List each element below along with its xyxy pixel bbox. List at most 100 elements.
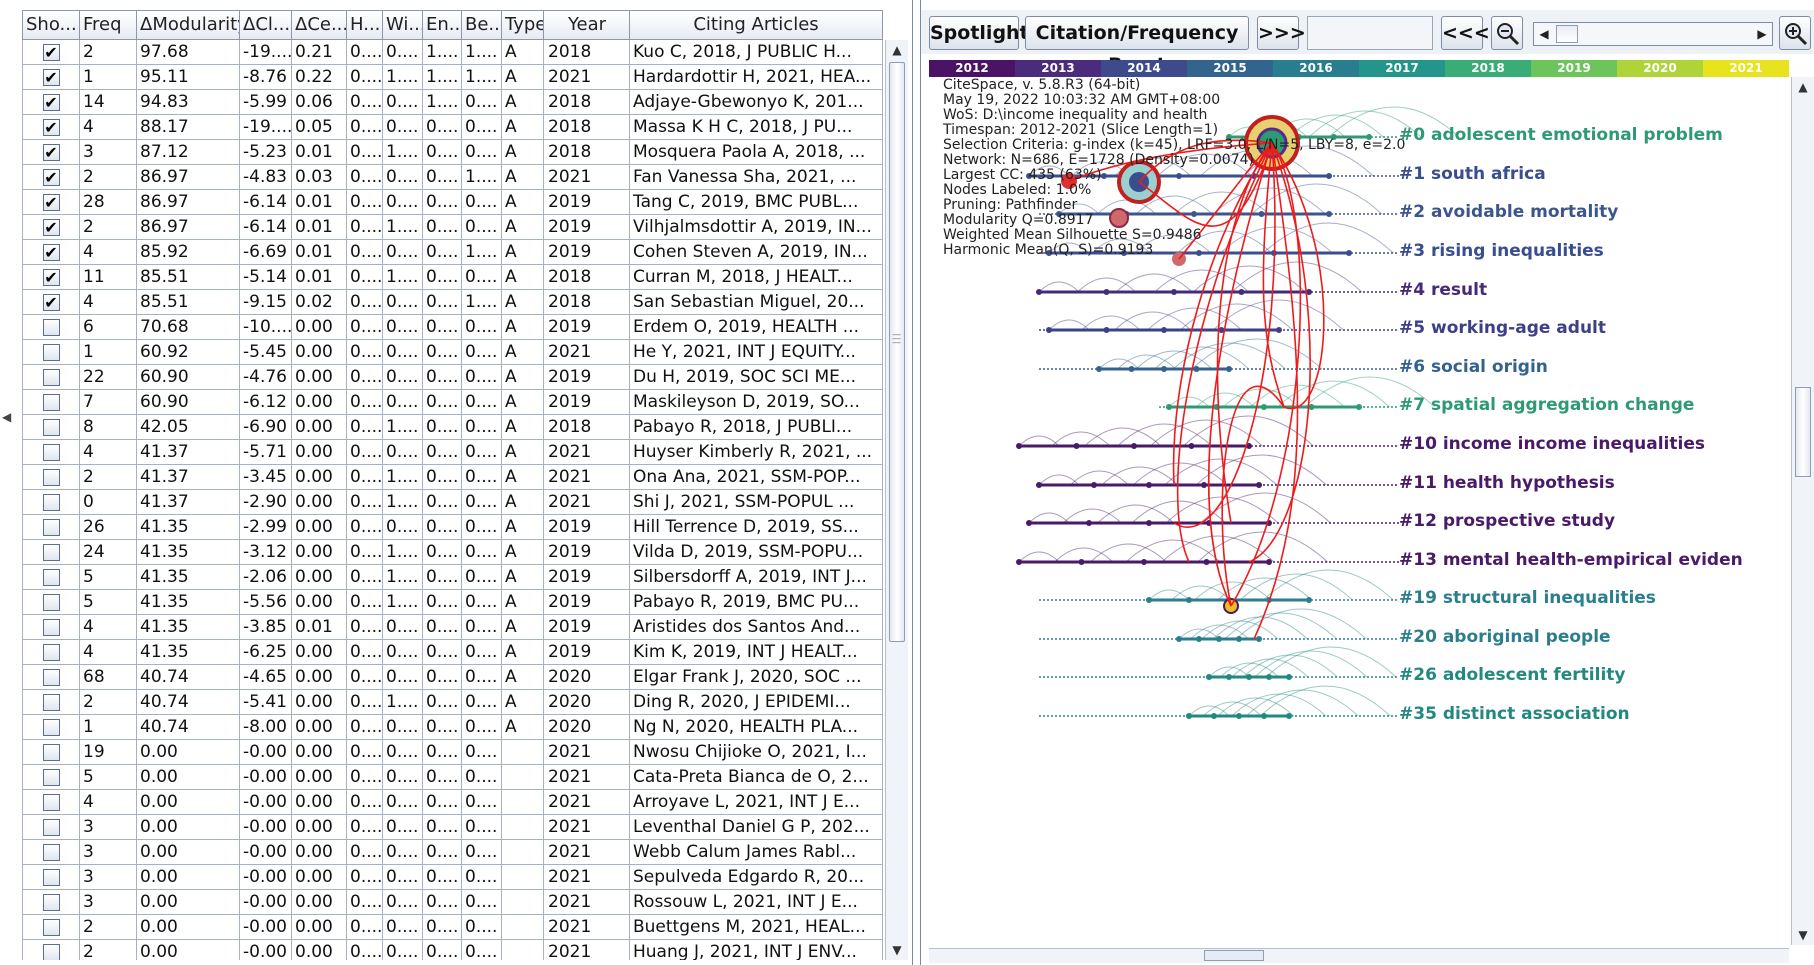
show-checkbox[interactable]	[42, 543, 60, 561]
table-row[interactable]: ✔ 28 86.97 -6.14 0.01 0.... 0.... 0.... 0.... A 20…	[22, 190, 883, 215]
show-checkbox[interactable]	[42, 468, 60, 486]
show-checkbox[interactable]	[42, 418, 60, 436]
table-row[interactable]: 19 0.00 -0.00 0.00 0.... 0.... 0.... 0.... 2021 N…	[22, 740, 883, 765]
citation-burst-button[interactable]: Citation/Frequency Burst	[1025, 16, 1249, 76]
cluster-label[interactable]: #35 distinct association	[1399, 704, 1630, 724]
table-row[interactable]: 2 0.00 -0.00 0.00 0.... 0.... 0.... 0.... 2021 Hu…	[22, 940, 883, 960]
show-checkbox[interactable]	[42, 318, 60, 336]
table-row[interactable]: 3 0.00 -0.00 0.00 0.... 0.... 0.... 0.... 2021 Le…	[22, 815, 883, 840]
canvas-vertical-scrollbar[interactable]: ▲ ▼	[1791, 77, 1814, 945]
show-checkbox[interactable]	[42, 768, 60, 786]
cluster-label[interactable]: #1 south africa	[1399, 164, 1546, 184]
zoom-out-icon[interactable]	[1491, 16, 1523, 50]
table-row[interactable]: ✔ 4 85.51 -9.15 0.02 0.... 0.... 0.... 1.... A 201…	[22, 290, 883, 315]
show-checkbox[interactable]	[42, 493, 60, 511]
col-en-header[interactable]: En...	[423, 10, 462, 40]
cluster-label[interactable]: #11 health hypothesis	[1399, 473, 1615, 493]
scroll-up-arrow-icon[interactable]: ▲	[1792, 77, 1814, 97]
show-checkbox[interactable]: ✔	[42, 43, 60, 61]
show-checkbox[interactable]	[42, 918, 60, 936]
table-row[interactable]: 4 41.35 -6.25 0.00 0.... 0.... 0.... 0.... A 2019…	[22, 640, 883, 665]
show-checkbox[interactable]: ✔	[42, 68, 60, 86]
show-checkbox[interactable]: ✔	[42, 118, 60, 136]
table-row[interactable]: 5 0.00 -0.00 0.00 0.... 0.... 0.... 0.... 2021 Ca…	[22, 765, 883, 790]
table-vertical-scrollbar[interactable]: ▲ — — — ▼	[885, 40, 908, 960]
table-row[interactable]: 4 41.37 -5.71 0.00 0.... 0.... 0.... 0.... A 2021…	[22, 440, 883, 465]
table-row[interactable]: 22 60.90 -4.76 0.00 0.... 0.... 0.... 0.... A 201…	[22, 365, 883, 390]
table-row[interactable]: 5 41.35 -5.56 0.00 0.... 1.... 0.... 0.... A 2019…	[22, 590, 883, 615]
show-checkbox[interactable]: ✔	[42, 218, 60, 236]
canvas-horizontal-scrollbar[interactable]	[929, 948, 1789, 963]
table-row[interactable]: 3 0.00 -0.00 0.00 0.... 0.... 0.... 0.... 2021 Se…	[22, 865, 883, 890]
table-row[interactable]: ✔ 1 95.11 -8.76 0.22 0.... 1.... 1.... 1.... A 202…	[22, 65, 883, 90]
cluster-label[interactable]: #13 mental health-empirical eviden	[1399, 550, 1743, 570]
cluster-timeline-canvas[interactable]: CiteSpace, v. 5.8.R3 (64-bit) May 19, 202…	[929, 77, 1789, 945]
back-button[interactable]: <<<	[1441, 16, 1490, 50]
show-checkbox[interactable]: ✔	[42, 268, 60, 286]
table-row[interactable]: ✔ 4 85.92 -6.69 0.01 0.... 0.... 0.... 1.... A 201…	[22, 240, 883, 265]
col-show-header[interactable]: Sho...	[22, 10, 80, 40]
col-delta-modularity-header[interactable]: ΔModularity	[137, 10, 240, 40]
cluster-label[interactable]: #10 income income inequalities	[1399, 434, 1705, 454]
table-row[interactable]: 1 60.92 -5.45 0.00 0.... 0.... 0.... 0.... A 2021…	[22, 340, 883, 365]
table-row[interactable]: 5 41.35 -2.06 0.00 0.... 1.... 0.... 0.... A 2019…	[22, 565, 883, 590]
show-checkbox[interactable]: ✔	[42, 143, 60, 161]
cluster-label[interactable]: #26 adolescent fertility	[1399, 665, 1626, 685]
show-checkbox[interactable]	[42, 618, 60, 636]
canvas-scroll-thumb[interactable]	[1795, 387, 1811, 477]
cluster-label[interactable]: #0 adolescent emotional problem	[1399, 125, 1723, 145]
show-checkbox[interactable]	[42, 943, 60, 960]
show-checkbox[interactable]	[42, 393, 60, 411]
cluster-label[interactable]: #4 result	[1399, 280, 1487, 300]
show-checkbox[interactable]	[42, 368, 60, 386]
search-input[interactable]	[1307, 16, 1433, 50]
show-checkbox[interactable]	[42, 343, 60, 361]
cluster-label[interactable]: #12 prospective study	[1399, 511, 1615, 531]
table-row[interactable]: 3 0.00 -0.00 0.00 0.... 0.... 0.... 0.... 2021 We…	[22, 840, 883, 865]
table-row[interactable]: 24 41.35 -3.12 0.00 0.... 1.... 0.... 0.... A 201…	[22, 540, 883, 565]
table-row[interactable]: 1 40.74 -8.00 0.00 0.... 0.... 0.... 0.... A 2020…	[22, 715, 883, 740]
show-checkbox[interactable]	[42, 718, 60, 736]
show-checkbox[interactable]: ✔	[42, 193, 60, 211]
col-year-header[interactable]: Year	[544, 10, 630, 40]
show-checkbox[interactable]	[42, 593, 60, 611]
show-checkbox[interactable]	[42, 893, 60, 911]
table-row[interactable]: ✔ 2 97.68 -19.... 0.21 0.... 0.... 1.... 1.... A 2…	[22, 40, 883, 65]
table-row[interactable]: ✔ 4 88.17 -19.... 0.05 0.... 0.... 0.... 0.... A 2…	[22, 115, 883, 140]
table-row[interactable]: 2 40.74 -5.41 0.00 0.... 1.... 0.... 0.... A 2020…	[22, 690, 883, 715]
table-row[interactable]: 26 41.35 -2.99 0.00 0.... 0.... 0.... 0.... A 201…	[22, 515, 883, 540]
zoom-slider[interactable]: ◀ ▶	[1533, 22, 1773, 46]
show-checkbox[interactable]	[42, 568, 60, 586]
show-checkbox[interactable]: ✔	[42, 243, 60, 261]
table-row[interactable]: 2 0.00 -0.00 0.00 0.... 0.... 0.... 0.... 2021 Bu…	[22, 915, 883, 940]
zoom-in-icon[interactable]	[1779, 16, 1811, 50]
table-row[interactable]: ✔ 2 86.97 -6.14 0.01 0.... 1.... 0.... 0.... A 201…	[22, 215, 883, 240]
col-type-header[interactable]: Type	[502, 10, 544, 40]
col-delta-centrality-header[interactable]: ΔCe...	[292, 10, 347, 40]
col-be-header[interactable]: Be...	[462, 10, 502, 40]
slider-right-arrow-icon[interactable]: ▶	[1752, 23, 1772, 45]
spotlight-button[interactable]: Spotlight	[929, 16, 1029, 50]
table-row[interactable]: 8 42.05 -6.90 0.00 0.... 1.... 0.... 0.... A 2018…	[22, 415, 883, 440]
table-row[interactable]: ✔ 3 87.12 -5.23 0.01 0.... 1.... 0.... 0.... A 201…	[22, 140, 883, 165]
table-row[interactable]: 4 0.00 -0.00 0.00 0.... 0.... 0.... 0.... 2021 Ar…	[22, 790, 883, 815]
cluster-label[interactable]: #6 social origin	[1399, 357, 1548, 377]
show-checkbox[interactable]	[42, 643, 60, 661]
table-row[interactable]: ✔ 2 86.97 -4.83 0.03 0.... 0.... 0.... 1.... A 202…	[22, 165, 883, 190]
slider-left-arrow-icon[interactable]: ◀	[1534, 23, 1554, 45]
show-checkbox[interactable]	[42, 693, 60, 711]
show-checkbox[interactable]	[42, 843, 60, 861]
cluster-label[interactable]: #5 working-age adult	[1399, 318, 1606, 338]
cluster-label[interactable]: #7 spatial aggregation change	[1399, 395, 1694, 415]
col-h-header[interactable]: H...	[347, 10, 383, 40]
collapse-arrow-icon[interactable]: ◀	[2, 410, 11, 424]
cluster-label[interactable]: #20 aboriginal people	[1399, 627, 1611, 647]
col-wi-header[interactable]: Wi...	[383, 10, 423, 40]
table-row[interactable]: ✔ 11 85.51 -5.14 0.01 0.... 1.... 0.... 0.... A 20…	[22, 265, 883, 290]
table-row[interactable]: 4 41.35 -3.85 0.01 0.... 0.... 0.... 0.... A 2019…	[22, 615, 883, 640]
table-row[interactable]: 7 60.90 -6.12 0.00 0.... 0.... 0.... 0.... A 2019…	[22, 390, 883, 415]
show-checkbox[interactable]	[42, 518, 60, 536]
show-checkbox[interactable]: ✔	[42, 168, 60, 186]
show-checkbox[interactable]: ✔	[42, 93, 60, 111]
cluster-label[interactable]: #2 avoidable mortality	[1399, 202, 1618, 222]
